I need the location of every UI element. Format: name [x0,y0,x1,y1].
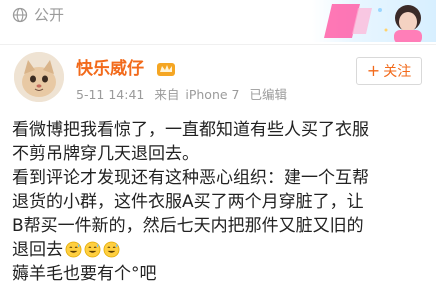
post-line: 不剪吊牌穿几天退回去。 [12,144,199,164]
follow-button[interactable]: + 关注 [356,57,422,85]
privacy-indicator: 公开 [12,6,64,24]
post-line: 薅羊毛也要有个°吧 [12,264,157,284]
banner-graphic [324,4,422,42]
globe-icon [12,7,28,23]
username[interactable]: 快乐威仔 [76,58,144,80]
post-line: 看微博把我看惊了，一直都知道有些人买了衣服 [12,120,369,140]
post-time: 5-11 14:41 [76,87,145,102]
post-text: 退回去 [12,240,63,260]
post-line-with-emoji: 退回去 [12,238,432,262]
emoji-group [65,241,120,258]
post-line: 退货的小群，这件衣服A买了两个月穿脏了，让 [12,192,364,212]
cat-avatar-icon [14,52,64,102]
source-device[interactable]: iPhone 7 [185,87,239,102]
post-line: B帮买一件新的，然后七天内把那件又脏又旧的 [12,216,364,236]
post-content: 看微博把我看惊了，一直都知道有些人买了衣服 不剪吊牌穿几天退回去。 看到评论才发… [12,118,432,286]
source-prefix: 来自 [154,87,180,102]
sweat-smile-emoji-icon [65,241,82,258]
vip-crown-icon [157,63,175,76]
decorative-banner [312,0,436,42]
plus-icon: + [366,61,381,80]
post-meta: 5-11 14:41 来自 iPhone 7 已编辑 [76,87,293,103]
sweat-smile-emoji-icon [103,241,120,258]
post-header: 公开 [0,0,436,42]
divider [0,44,436,45]
follow-label: 关注 [383,64,412,80]
privacy-label: 公开 [34,6,65,24]
sweat-smile-emoji-icon [84,241,101,258]
avatar[interactable] [14,52,64,102]
edited-label: 已编辑 [249,87,287,102]
post-line: 看到评论才发现还有这种恶心组织：建一个互帮 [12,168,369,188]
